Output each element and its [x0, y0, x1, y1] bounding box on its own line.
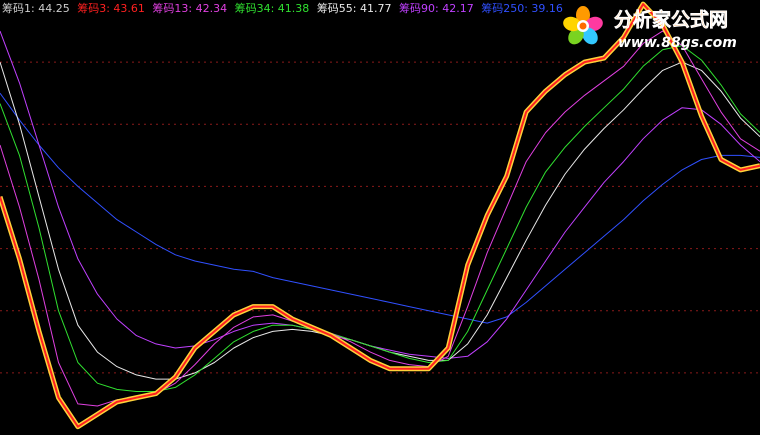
legend-item-55: 筹码55: 41.77 [316, 2, 392, 15]
series-line-筹码13 [0, 30, 760, 407]
flower-logo-icon [563, 6, 603, 45]
legend-item-250: 筹码250: 39.16 [481, 2, 563, 15]
legend-item-3: 筹码3: 43.61 [77, 2, 145, 15]
watermark-site-name: 分析家公式网 [614, 8, 728, 31]
chart-plot-area [0, 1, 760, 430]
legend: 筹码1: 44.25 筹码3: 43.61 筹码13: 42.34 筹码34: … [2, 1, 567, 17]
series-line-筹码90 [0, 30, 760, 359]
series-line-筹码250 [0, 92, 760, 324]
legend-item-90: 筹码90: 42.17 [399, 2, 474, 15]
legend-item-1: 筹码1: 44.25 [2, 2, 70, 15]
watermark: 分析家公式网 www.88gs.com [563, 6, 737, 51]
watermark-url: www.88gs.com [618, 35, 737, 51]
legend-item-34: 筹码34: 41.38 [234, 2, 310, 15]
chart-stage: 筹码1: 44.25 筹码3: 43.61 筹码13: 42.34 筹码34: … [0, 0, 760, 435]
legend-item-13: 筹码13: 42.34 [152, 2, 228, 15]
series-line-筹码1 [0, 1, 760, 430]
series-line-筹码55 [0, 61, 760, 380]
series-line-筹码34 [0, 45, 760, 392]
